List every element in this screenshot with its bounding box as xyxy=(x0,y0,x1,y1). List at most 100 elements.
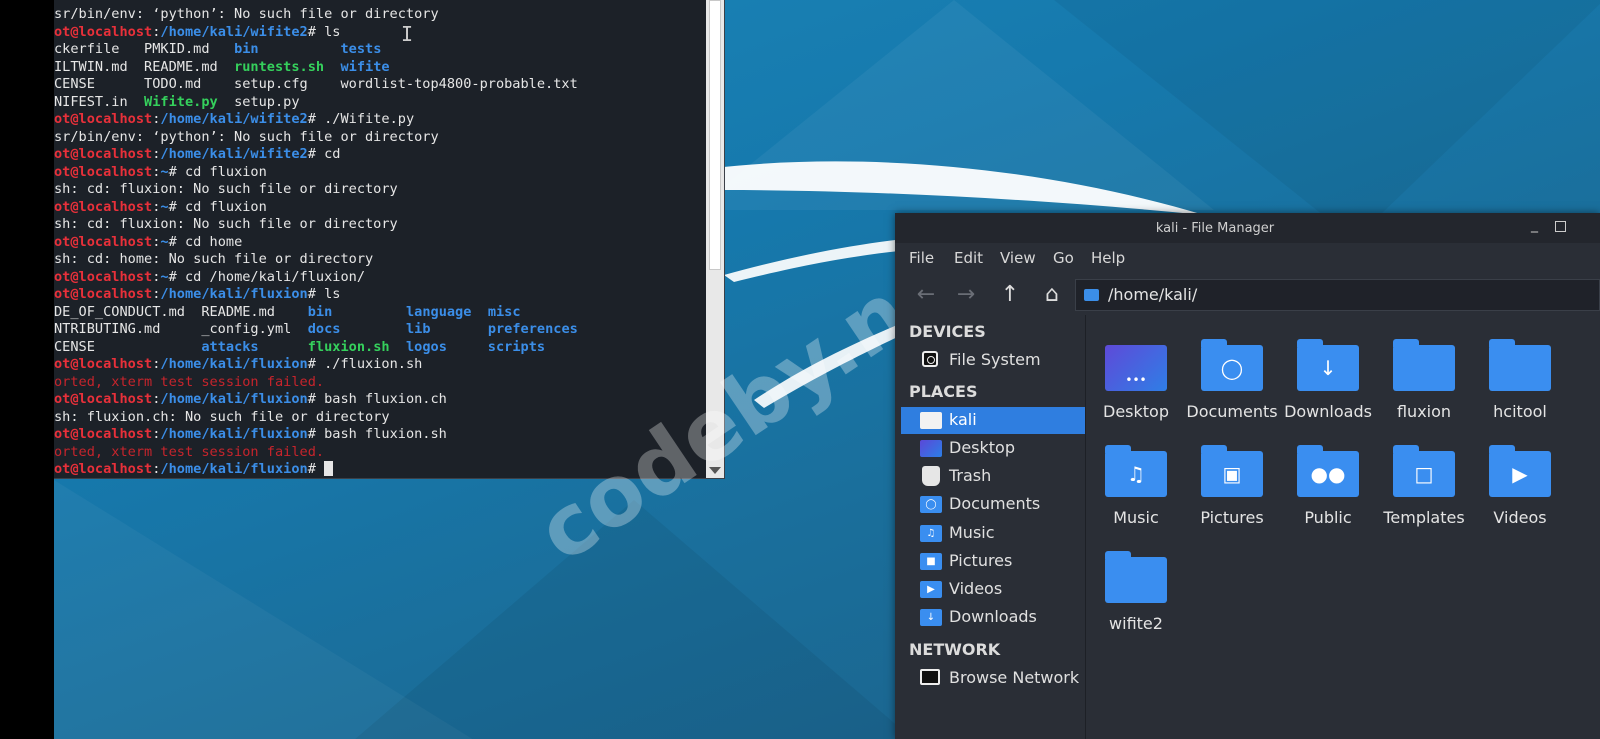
file-manager-window[interactable]: kali - File Manager _ File Edit View Go … xyxy=(895,213,1600,739)
terminal-text: language xyxy=(405,303,472,320)
sidebar-item-browse-network[interactable]: Browse Network xyxy=(901,665,1085,692)
network-icon xyxy=(920,669,940,685)
terminal-text: CENSE TODO.md setup.cfg wordlist-top4800… xyxy=(54,76,578,92)
sidebar-places-header: PLACES xyxy=(909,382,978,401)
sidebar-item-file-system[interactable]: File System xyxy=(901,347,1085,374)
terminal-text: # xyxy=(307,461,325,477)
downloads-folder-icon: ↓ xyxy=(1297,339,1359,391)
minimize-button[interactable]: _ xyxy=(1531,217,1538,233)
terminal-text: # cd /home/kali/fluxion/ xyxy=(168,268,366,285)
sidebar-item-desktop[interactable]: Desktop xyxy=(901,435,1085,462)
terminal-text: NIFEST.in xyxy=(54,93,145,110)
file-item-label: hcitool xyxy=(1493,402,1547,421)
terminal-line: sh: cd: home: No such file or directory xyxy=(54,251,704,269)
file-item-fluxion[interactable]: fluxion xyxy=(1376,327,1472,427)
sidebar: DEVICES File System PLACES kali Desktop … xyxy=(895,315,1086,739)
terminal-text: # cd xyxy=(307,146,341,162)
file-item-label: Videos xyxy=(1493,508,1547,527)
file-item-wifite2[interactable]: wifite2 xyxy=(1088,539,1184,639)
terminal-line: ot@localhost:/home/kali/wifite2# ./Wifit… xyxy=(54,111,704,129)
public-folder-icon: ●● xyxy=(1297,445,1359,497)
terminal-text: # ./Wifite.py xyxy=(307,111,415,127)
sidebar-item-kali[interactable]: kali xyxy=(901,407,1085,434)
sidebar-devices-header: DEVICES xyxy=(909,322,986,341)
menu-file[interactable]: File xyxy=(909,249,934,267)
terminal-line: ot@localhost:~# cd fluxion xyxy=(54,199,704,217)
file-item-documents[interactable]: ◯ Documents xyxy=(1184,327,1280,427)
terminal-text: sh: cd: home: No such file or directory xyxy=(54,251,374,267)
terminal-text: ot@localhost xyxy=(54,461,153,477)
back-arrow-icon[interactable]: ← xyxy=(911,281,941,309)
maximize-button[interactable] xyxy=(1555,221,1566,232)
file-item-videos[interactable]: ▶ Videos xyxy=(1472,433,1568,533)
terminal-text: lib xyxy=(405,321,431,337)
menu-edit[interactable]: Edit xyxy=(954,249,983,267)
terminal-text: ILTWIN.md README.md xyxy=(54,58,235,75)
terminal-line: ot@localhost:/home/kali/fluxion# bash fl… xyxy=(54,391,704,409)
menu-view[interactable]: View xyxy=(1000,249,1036,267)
menu-help[interactable]: Help xyxy=(1091,249,1125,267)
sidebar-item-documents[interactable]: ◯ Documents xyxy=(901,491,1085,518)
terminal-text: ot@localhost xyxy=(54,286,153,302)
window-titlebar[interactable]: kali - File Manager _ xyxy=(895,213,1600,243)
sidebar-item-label: Documents xyxy=(949,494,1041,513)
terminal-text: ot@localhost xyxy=(54,391,153,407)
file-item-public[interactable]: ●● Public xyxy=(1280,433,1376,533)
terminal-line: ckerfile PMKID.md bin tests xyxy=(54,41,704,59)
sidebar-item-trash[interactable]: Trash xyxy=(901,463,1085,490)
file-item-music[interactable]: ♫ Music xyxy=(1088,433,1184,533)
terminal-line: NTRIBUTING.md _config.yml docs lib prefe… xyxy=(54,321,704,339)
terminal-text: ot@localhost xyxy=(54,111,153,127)
videos-folder-icon: ▶ xyxy=(1489,445,1551,497)
location-bar[interactable]: /home/kali/ xyxy=(1075,279,1600,311)
file-item-desktop[interactable]: ••• Desktop xyxy=(1088,327,1184,427)
terminal-text: /home/kali/fluxion xyxy=(160,356,308,372)
terminal-line: DE_OF_CONDUCT.md README.md bin language … xyxy=(54,304,704,322)
terminal-text: /home/kali/wifite2 xyxy=(160,146,308,162)
sidebar-item-downloads[interactable]: ↓ Downloads xyxy=(901,604,1085,631)
terminal-text: # cd home xyxy=(168,233,243,250)
terminal-line: sh: fluxion.ch: No such file or director… xyxy=(54,409,704,427)
scrollbar-thumb[interactable] xyxy=(709,0,721,270)
terminal-text: sh: cd: fluxion: No such file or directo… xyxy=(54,216,398,232)
file-item-downloads[interactable]: ↓ Downloads xyxy=(1280,327,1376,427)
terminal-text: bin xyxy=(234,41,259,57)
documents-folder-icon: ◯ xyxy=(1201,339,1263,391)
terminal-line: CENSE attacks fluxion.sh logos scripts xyxy=(54,339,704,357)
sidebar-item-videos[interactable]: ▶ Videos xyxy=(901,576,1085,603)
sidebar-item-label: kali xyxy=(949,410,977,429)
file-item-hcitool[interactable]: hcitool xyxy=(1472,327,1568,427)
sidebar-item-label: File System xyxy=(949,350,1041,369)
menu-go[interactable]: Go xyxy=(1053,249,1074,267)
terminal-text: /home/kali/fluxion xyxy=(160,286,308,302)
terminal-text: ot@localhost xyxy=(54,268,153,285)
terminal-window[interactable]: sr/bin/env: ‘python’: No such file or di… xyxy=(54,0,725,479)
folder-icon xyxy=(1489,339,1551,391)
up-arrow-icon[interactable]: ↑ xyxy=(995,281,1025,309)
file-item-pictures[interactable]: ▣ Pictures xyxy=(1184,433,1280,533)
terminal-text: # cd fluxion xyxy=(168,163,267,180)
sidebar-item-music[interactable]: ♫ Music xyxy=(901,520,1085,547)
trash-icon xyxy=(922,466,940,486)
sidebar-item-label: Desktop xyxy=(949,438,1015,457)
home-icon[interactable]: ⌂ xyxy=(1037,281,1067,309)
terminal-line: ot@localhost:/home/kali/fluxion# ls xyxy=(54,286,704,304)
terminal-text: /home/kali/fluxion xyxy=(160,461,308,477)
terminal-text: NTRIBUTING.md _config.yml xyxy=(54,321,308,337)
terminal-text: ot@localhost xyxy=(54,356,153,372)
terminal-cursor xyxy=(324,461,334,476)
home-folder-icon xyxy=(1084,289,1099,301)
sidebar-item-label: Downloads xyxy=(949,607,1037,626)
sidebar-item-pictures[interactable]: ■ Pictures xyxy=(901,548,1085,575)
location-path: /home/kali/ xyxy=(1108,285,1198,304)
file-item-templates[interactable]: □ Templates xyxy=(1376,433,1472,533)
window-title: kali - File Manager xyxy=(1155,221,1275,236)
forward-arrow-icon[interactable]: → xyxy=(951,281,981,309)
terminal-text: bin xyxy=(307,303,333,320)
terminal-line: ot@localhost:/home/kali/fluxion# ./fluxi… xyxy=(54,356,704,374)
terminal-line: ot@localhost:~# cd fluxion xyxy=(54,164,704,182)
